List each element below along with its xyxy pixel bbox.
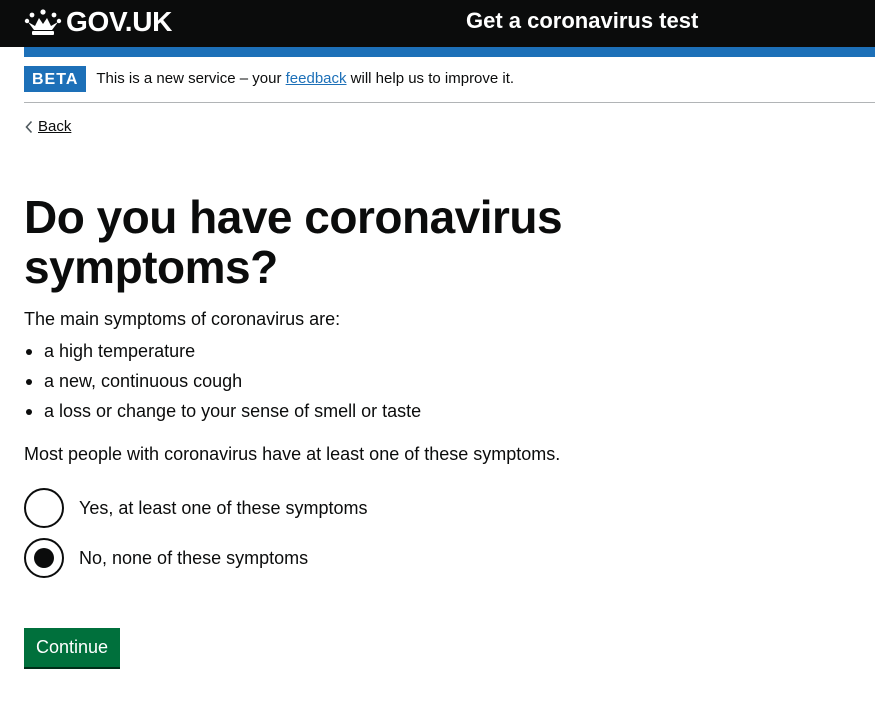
radio-no-input[interactable]	[24, 538, 64, 578]
symptom-text: a high temperature	[44, 341, 196, 361]
radio-option-yes[interactable]: Yes, at least one of these symptoms	[24, 488, 368, 528]
service-name-link[interactable]: Get a coronavirus test	[466, 8, 698, 34]
crown-icon	[24, 9, 62, 35]
chevron-left-icon	[25, 120, 33, 133]
phase-text-before: This is a new service – your	[96, 70, 286, 87]
symptoms-list: a high temperature a new, continuous cou…	[24, 339, 421, 429]
symptoms-note: Most people with coronavirus have at lea…	[24, 444, 561, 464]
govuk-logo-link[interactable]: GOV.UK	[24, 6, 172, 38]
radio-option-no[interactable]: No, none of these symptoms	[24, 538, 308, 578]
phase-banner-text: This is a new service – your feedback wi…	[96, 66, 514, 92]
list-item: a loss or change to your sense of smell …	[24, 399, 421, 429]
symptoms-intro: The main symptoms of coronavirus are:	[24, 309, 341, 329]
beta-tag: BETA	[24, 66, 87, 92]
bullet-icon	[26, 349, 32, 355]
list-item: a high temperature	[24, 339, 421, 369]
back-link[interactable]: Back	[24, 118, 71, 135]
bullet-icon	[26, 379, 32, 385]
phase-text-after: will help us to improve it.	[346, 70, 515, 87]
bullet-icon	[26, 409, 32, 415]
radio-yes-input[interactable]	[24, 488, 64, 528]
list-item: a new, continuous cough	[24, 369, 421, 399]
back-link-label: Back	[38, 118, 72, 135]
symptom-text: a new, continuous cough	[44, 371, 243, 391]
feedback-link[interactable]: feedback	[286, 70, 347, 87]
site-header: GOV.UK Get a coronavirus test	[0, 0, 875, 47]
symptom-text: a loss or change to your sense of smell …	[44, 401, 422, 421]
page-title: Do you have coronavirus symptoms?	[24, 191, 563, 293]
radio-no-label[interactable]: No, none of these symptoms	[79, 548, 308, 569]
header-blue-bar	[24, 47, 875, 57]
continue-button[interactable]: Continue	[24, 628, 121, 667]
radio-selected-dot	[34, 548, 54, 568]
govuk-logo-text: GOV.UK	[66, 6, 173, 37]
phase-banner: BETA This is a new service – your feedba…	[24, 66, 875, 103]
radio-yes-label[interactable]: Yes, at least one of these symptoms	[79, 498, 368, 519]
